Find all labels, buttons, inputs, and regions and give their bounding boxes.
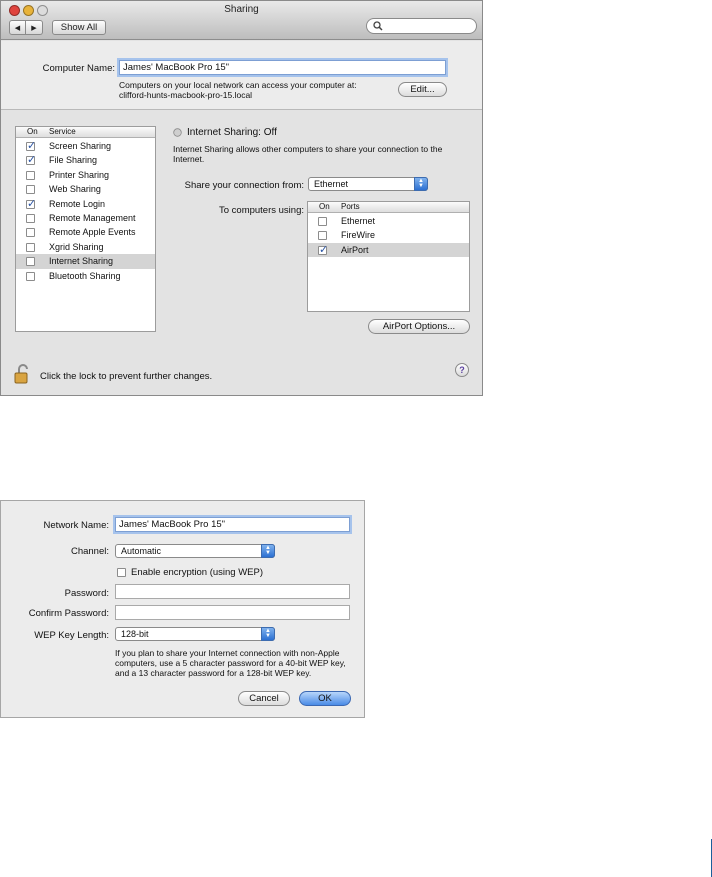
service-label: File Sharing [49, 155, 98, 166]
service-label: Remote Login [49, 198, 106, 209]
computer-name-label: Computer Name: [42, 63, 115, 74]
encryption-label: Enable encryption (using WEP) [131, 567, 264, 578]
service-label: Remote Management [49, 213, 136, 223]
service-checkbox[interactable] [26, 257, 35, 267]
popup-arrows-icon: ▲ ▼ [261, 544, 275, 558]
description-line2: Internet. [173, 154, 205, 164]
col-service-header[interactable]: Service [49, 127, 76, 137]
port-row[interactable]: FireWire [308, 228, 469, 242]
window-title: Sharing [224, 4, 259, 15]
ports-list[interactable]: On Ports Ethernet FireWire AirPort [307, 201, 470, 312]
forward-arrow-icon: ▶ [31, 25, 37, 32]
title-bar: Sharing ◀ ▶ Show All [1, 1, 482, 40]
cancel-button[interactable]: Cancel [238, 691, 290, 706]
encryption-checkbox-row[interactable]: Enable encryption (using WEP) [115, 566, 295, 580]
back-arrow-icon: ◀ [14, 25, 21, 32]
service-checkbox[interactable] [26, 185, 35, 195]
service-row[interactable]: Bluetooth Sharing [16, 269, 155, 283]
channel-popup[interactable]: Automatic ▲ ▼ [115, 544, 275, 558]
service-row[interactable]: Printer Sharing [16, 168, 155, 182]
search-input[interactable] [366, 18, 477, 34]
lock-message: Click the lock to prevent further change… [40, 371, 213, 382]
forward-button[interactable]: ▶ [26, 20, 43, 35]
service-label: Remote Apple Events [49, 227, 136, 238]
share-from-label: Share your connection from: [184, 180, 304, 191]
service-label: Printer Sharing [49, 169, 110, 180]
confirm-password-field[interactable] [115, 605, 350, 620]
service-list[interactable]: On Service Screen Sharing File Sharing Pri… [15, 126, 156, 332]
service-checkbox[interactable] [26, 197, 36, 211]
network-name-field[interactable]: James' MacBook Pro 15" [115, 517, 350, 532]
airport-options-button[interactable]: AirPort Options... [368, 319, 470, 334]
popup-arrows-icon: ▲ ▼ [261, 627, 275, 641]
airport-options-sheet: Network Name: James' MacBook Pro 15" Cha… [0, 500, 365, 718]
service-row[interactable]: Xgrid Sharing [16, 240, 155, 254]
wep-key-length-popup[interactable]: 128-bit ▲ ▼ [115, 627, 275, 641]
port-label: FireWire [341, 230, 375, 241]
network-address: clifford-hunts-macbook-pro-15.local [119, 90, 253, 100]
service-checkbox[interactable] [26, 153, 36, 167]
service-checkbox[interactable] [26, 214, 35, 223]
network-name-label: Network Name: [43, 520, 109, 531]
service-checkbox[interactable] [26, 242, 35, 252]
service-label: Bluetooth Sharing [49, 270, 121, 281]
col-on-header[interactable]: On [27, 127, 38, 137]
ports-list-header: On Ports [308, 202, 469, 213]
service-list-header: On Service [16, 127, 155, 138]
port-row[interactable]: Ethernet [308, 214, 469, 228]
computer-name-field[interactable]: James' MacBook Pro 15" [119, 60, 446, 75]
sharing-window: Sharing ◀ ▶ Show All Computer Name: Jame… [0, 0, 483, 396]
share-from-value: Ethernet [314, 179, 349, 189]
ok-button[interactable]: OK [299, 691, 351, 706]
service-checkbox[interactable] [26, 271, 35, 281]
share-from-popup[interactable]: Ethernet ▲ ▼ [308, 177, 428, 191]
wep-help-line3: and a 13 character password for a 128-bi… [115, 668, 312, 678]
port-checkbox[interactable] [318, 243, 328, 257]
port-label: AirPort [341, 244, 369, 255]
confirm-password-label: Confirm Password: [28, 608, 109, 619]
service-label: Web Sharing [49, 184, 101, 195]
port-checkbox[interactable] [318, 217, 327, 226]
channel-label: Channel: [70, 546, 109, 557]
encryption-checkbox[interactable] [117, 568, 126, 577]
service-label: Internet Sharing [49, 256, 114, 267]
wep-key-length-value: 128-bit [121, 629, 149, 639]
service-checkbox[interactable] [26, 228, 35, 238]
service-row[interactable]: Screen Sharing [16, 139, 155, 153]
password-field[interactable] [115, 584, 350, 599]
service-row[interactable]: Web Sharing [16, 182, 155, 196]
ports-col-on-header[interactable]: On [319, 202, 330, 212]
popup-arrows-icon: ▲ ▼ [414, 177, 428, 191]
service-label: Screen Sharing [49, 141, 112, 151]
port-label: Ethernet [341, 216, 376, 226]
service-label: Xgrid Sharing [49, 241, 104, 252]
service-row[interactable]: Remote Apple Events [16, 225, 155, 239]
channel-value: Automatic [121, 546, 162, 556]
search-icon [373, 21, 383, 31]
edit-button[interactable]: Edit... [398, 82, 447, 97]
show-all-button[interactable]: Show All [52, 20, 106, 35]
description-line1: Internet Sharing allows other computers … [173, 144, 443, 154]
lock-icon[interactable] [14, 364, 32, 384]
service-checkbox[interactable] [26, 170, 35, 180]
computer-name-panel: Computer Name: James' MacBook Pro 15" Co… [1, 41, 482, 110]
port-checkbox[interactable] [318, 231, 327, 241]
port-row[interactable]: AirPort [308, 242, 469, 258]
password-label: Password: [64, 588, 109, 599]
service-row[interactable]: File Sharing [16, 153, 155, 167]
service-checkbox[interactable] [26, 139, 36, 153]
service-row[interactable]: Remote Management [16, 211, 155, 225]
bottom-bar: Click the lock to prevent further change… [1, 337, 482, 395]
internet-sharing-status: Internet Sharing: Off [187, 127, 277, 138]
help-icon[interactable]: ? [455, 363, 469, 377]
wep-key-length-label: WEP Key Length: [34, 630, 109, 641]
service-row[interactable]: Remote Login [16, 197, 155, 211]
status-indicator-icon [173, 128, 182, 137]
service-row[interactable]: Internet Sharing [16, 254, 155, 269]
to-computers-label: To computers using: [218, 205, 304, 216]
ports-col-ports-header[interactable]: Ports [341, 202, 360, 212]
back-button[interactable]: ◀ [9, 20, 26, 35]
